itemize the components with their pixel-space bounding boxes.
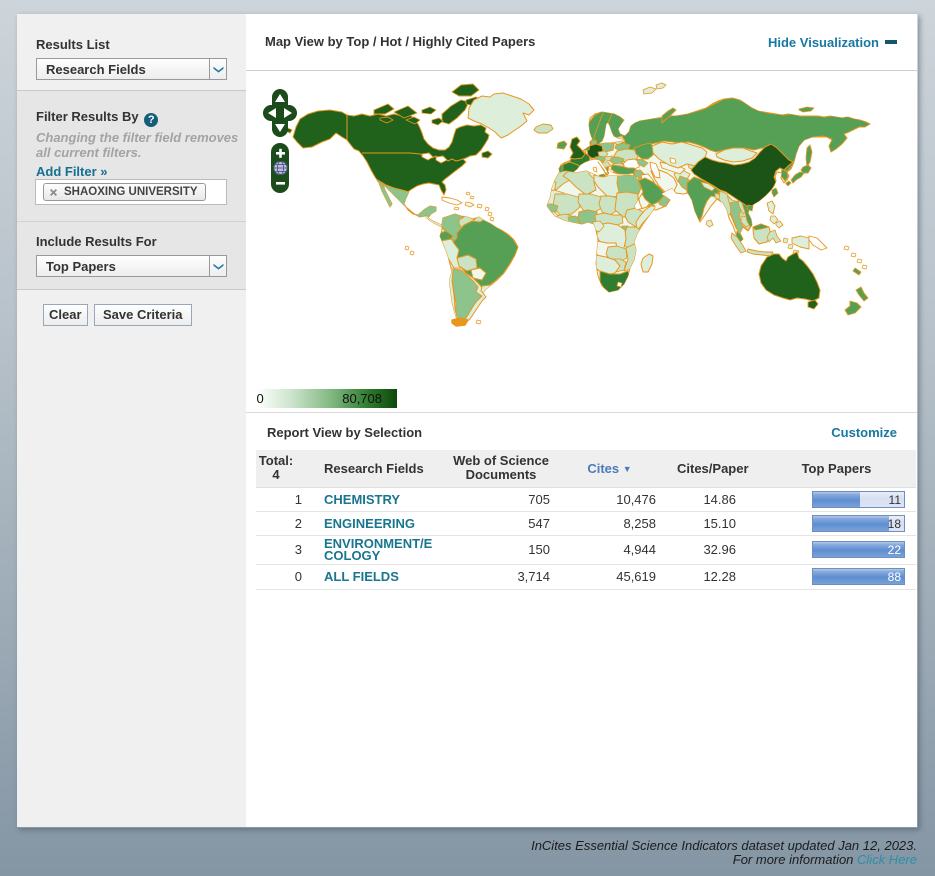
svg-text:80,708: 80,708 [342, 391, 382, 406]
svg-text:0: 0 [257, 391, 264, 406]
